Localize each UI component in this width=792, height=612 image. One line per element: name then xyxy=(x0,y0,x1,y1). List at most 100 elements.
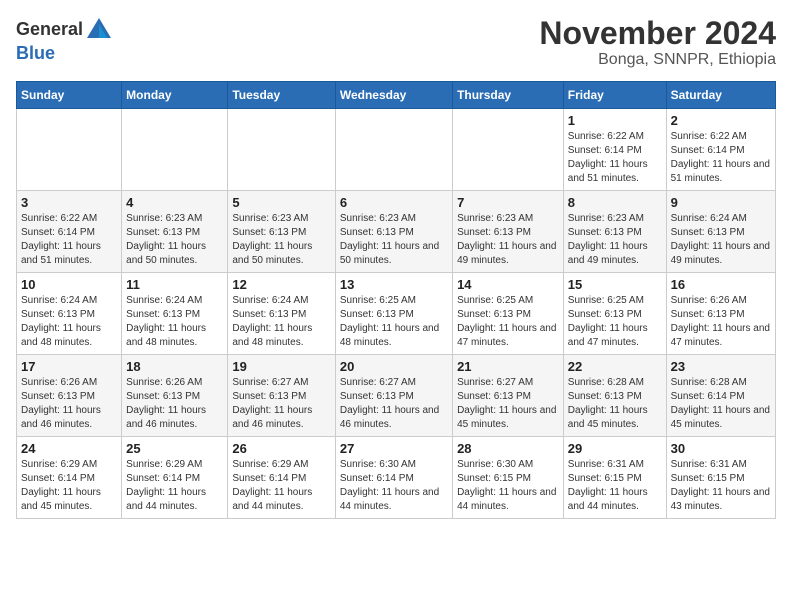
day-info: Sunrise: 6:27 AM Sunset: 6:13 PM Dayligh… xyxy=(232,376,330,432)
day-info: Sunrise: 6:30 AM Sunset: 6:15 PM Dayligh… xyxy=(457,458,559,514)
calendar-cell: 4Sunrise: 6:23 AM Sunset: 6:13 PM Daylig… xyxy=(122,191,228,273)
day-info: Sunrise: 6:31 AM Sunset: 6:15 PM Dayligh… xyxy=(671,458,771,514)
day-number: 19 xyxy=(232,359,330,374)
calendar-cell: 12 Sunrise: 6:24 AM Sunset: 6:13 PM Dayli… xyxy=(228,273,335,355)
day-number: 12 xyxy=(232,277,330,292)
calendar-cell: 7 Sunrise: 6:23 AM Sunset: 6:13 PM Daylig… xyxy=(453,191,564,273)
day-number: 2 xyxy=(671,113,771,128)
day-number: 13 xyxy=(340,277,448,292)
day-info: Sunrise: 6:24 AM Sunset: 6:13 PM Dayligh… xyxy=(126,294,223,350)
calendar-header-row: SundayMondayTuesdayWednesdayThursdayFrid… xyxy=(17,82,776,109)
day-number: 27 xyxy=(340,441,448,456)
day-of-week-header: Sunday xyxy=(17,82,122,109)
calendar-cell: 2 Sunrise: 6:22 AM Sunset: 6:14 PM Daylig… xyxy=(666,109,775,191)
day-number: 16 xyxy=(671,277,771,292)
day-of-week-header: Friday xyxy=(563,82,666,109)
calendar-body: 1 Sunrise: 6:22 AM Sunset: 6:14 PM Daylig… xyxy=(17,109,776,519)
day-number: 25 xyxy=(126,441,223,456)
logo: General Blue xyxy=(16,16,113,64)
day-info: Sunrise: 6:29 AM Sunset: 6:14 PM Dayligh… xyxy=(21,458,117,514)
calendar-cell: 25 Sunrise: 6:29 AM Sunset: 6:14 PM Dayli… xyxy=(122,437,228,519)
calendar-cell xyxy=(228,109,335,191)
day-number: 3 xyxy=(21,195,117,210)
day-info: Sunrise: 6:25 AM Sunset: 6:13 PM Dayligh… xyxy=(340,294,448,350)
day-info: Sunrise: 6:25 AM Sunset: 6:13 PM Dayligh… xyxy=(457,294,559,350)
calendar-cell: 26 Sunrise: 6:29 AM Sunset: 6:14 PM Dayli… xyxy=(228,437,335,519)
calendar-week-row: 10 Sunrise: 6:24 AM Sunset: 6:13 PM Dayli… xyxy=(17,273,776,355)
logo-general: General xyxy=(16,20,83,40)
day-info: Sunrise: 6:25 AM Sunset: 6:13 PM Dayligh… xyxy=(568,294,662,350)
day-info: Sunrise: 6:23 AM Sunset: 6:13 PM Dayligh… xyxy=(457,212,559,268)
day-info: Sunrise: 6:27 AM Sunset: 6:13 PM Dayligh… xyxy=(457,376,559,432)
day-info: Sunrise: 6:29 AM Sunset: 6:14 PM Dayligh… xyxy=(126,458,223,514)
calendar-cell: 19 Sunrise: 6:27 AM Sunset: 6:13 PM Dayli… xyxy=(228,355,335,437)
day-number: 21 xyxy=(457,359,559,374)
day-number: 14 xyxy=(457,277,559,292)
logo-icon xyxy=(85,16,113,44)
calendar-cell xyxy=(335,109,452,191)
calendar-cell: 18Sunrise: 6:26 AM Sunset: 6:13 PM Dayli… xyxy=(122,355,228,437)
day-number: 9 xyxy=(671,195,771,210)
calendar-cell: 14 Sunrise: 6:25 AM Sunset: 6:13 PM Dayli… xyxy=(453,273,564,355)
calendar-cell: 9 Sunrise: 6:24 AM Sunset: 6:13 PM Daylig… xyxy=(666,191,775,273)
calendar-cell: 10 Sunrise: 6:24 AM Sunset: 6:13 PM Dayli… xyxy=(17,273,122,355)
calendar-cell: 15 Sunrise: 6:25 AM Sunset: 6:13 PM Dayli… xyxy=(563,273,666,355)
day-info: Sunrise: 6:23 AM Sunset: 6:13 PM Dayligh… xyxy=(568,212,662,268)
title-area: November 2024 Bonga, SNNPR, Ethiopia xyxy=(539,16,776,69)
calendar-cell: 6Sunrise: 6:23 AM Sunset: 6:13 PM Daylig… xyxy=(335,191,452,273)
day-number: 22 xyxy=(568,359,662,374)
calendar-cell: 16 Sunrise: 6:26 AM Sunset: 6:13 PM Dayli… xyxy=(666,273,775,355)
day-info: Sunrise: 6:22 AM Sunset: 6:14 PM Dayligh… xyxy=(671,130,771,186)
day-info: Sunrise: 6:27 AM Sunset: 6:13 PM Dayligh… xyxy=(340,376,448,432)
calendar-cell: 30 Sunrise: 6:31 AM Sunset: 6:15 PM Dayli… xyxy=(666,437,775,519)
calendar-cell: 20 Sunrise: 6:27 AM Sunset: 6:13 PM Dayli… xyxy=(335,355,452,437)
day-number: 30 xyxy=(671,441,771,456)
month-title: November 2024 xyxy=(539,16,776,51)
calendar-week-row: 1 Sunrise: 6:22 AM Sunset: 6:14 PM Daylig… xyxy=(17,109,776,191)
day-info: Sunrise: 6:22 AM Sunset: 6:14 PM Dayligh… xyxy=(21,212,117,268)
calendar-cell: 23 Sunrise: 6:28 AM Sunset: 6:14 PM Dayli… xyxy=(666,355,775,437)
day-number: 17 xyxy=(21,359,117,374)
day-info: Sunrise: 6:29 AM Sunset: 6:14 PM Dayligh… xyxy=(232,458,330,514)
calendar-table: SundayMondayTuesdayWednesdayThursdayFrid… xyxy=(16,81,776,519)
day-of-week-header: Saturday xyxy=(666,82,775,109)
calendar-cell: 3 Sunrise: 6:22 AM Sunset: 6:14 PM Daylig… xyxy=(17,191,122,273)
calendar-cell: 8 Sunrise: 6:23 AM Sunset: 6:13 PM Daylig… xyxy=(563,191,666,273)
calendar-week-row: 3 Sunrise: 6:22 AM Sunset: 6:14 PM Daylig… xyxy=(17,191,776,273)
day-number: 1 xyxy=(568,113,662,128)
day-info: Sunrise: 6:28 AM Sunset: 6:14 PM Dayligh… xyxy=(671,376,771,432)
day-info: Sunrise: 6:24 AM Sunset: 6:13 PM Dayligh… xyxy=(232,294,330,350)
day-number: 15 xyxy=(568,277,662,292)
calendar-cell: 22Sunrise: 6:28 AM Sunset: 6:13 PM Dayli… xyxy=(563,355,666,437)
day-of-week-header: Thursday xyxy=(453,82,564,109)
day-of-week-header: Tuesday xyxy=(228,82,335,109)
calendar-cell: 27Sunrise: 6:30 AM Sunset: 6:14 PM Dayli… xyxy=(335,437,452,519)
day-number: 23 xyxy=(671,359,771,374)
day-number: 6 xyxy=(340,195,448,210)
day-number: 7 xyxy=(457,195,559,210)
day-of-week-header: Monday xyxy=(122,82,228,109)
calendar-cell: 17Sunrise: 6:26 AM Sunset: 6:13 PM Dayli… xyxy=(17,355,122,437)
logo-blue: Blue xyxy=(16,43,55,63)
calendar-cell xyxy=(453,109,564,191)
day-info: Sunrise: 6:23 AM Sunset: 6:13 PM Dayligh… xyxy=(126,212,223,268)
day-of-week-header: Wednesday xyxy=(335,82,452,109)
calendar-cell: 29Sunrise: 6:31 AM Sunset: 6:15 PM Dayli… xyxy=(563,437,666,519)
day-number: 8 xyxy=(568,195,662,210)
day-number: 29 xyxy=(568,441,662,456)
day-info: Sunrise: 6:26 AM Sunset: 6:13 PM Dayligh… xyxy=(671,294,771,350)
calendar-cell xyxy=(122,109,228,191)
day-info: Sunrise: 6:22 AM Sunset: 6:14 PM Dayligh… xyxy=(568,130,662,186)
calendar-cell: 11Sunrise: 6:24 AM Sunset: 6:13 PM Dayli… xyxy=(122,273,228,355)
day-number: 20 xyxy=(340,359,448,374)
calendar-cell: 21 Sunrise: 6:27 AM Sunset: 6:13 PM Dayli… xyxy=(453,355,564,437)
location-subtitle: Bonga, SNNPR, Ethiopia xyxy=(539,51,776,69)
day-number: 10 xyxy=(21,277,117,292)
day-number: 24 xyxy=(21,441,117,456)
day-number: 26 xyxy=(232,441,330,456)
day-info: Sunrise: 6:24 AM Sunset: 6:13 PM Dayligh… xyxy=(21,294,117,350)
day-number: 18 xyxy=(126,359,223,374)
calendar-week-row: 24 Sunrise: 6:29 AM Sunset: 6:14 PM Dayli… xyxy=(17,437,776,519)
calendar-cell xyxy=(17,109,122,191)
day-info: Sunrise: 6:24 AM Sunset: 6:13 PM Dayligh… xyxy=(671,212,771,268)
